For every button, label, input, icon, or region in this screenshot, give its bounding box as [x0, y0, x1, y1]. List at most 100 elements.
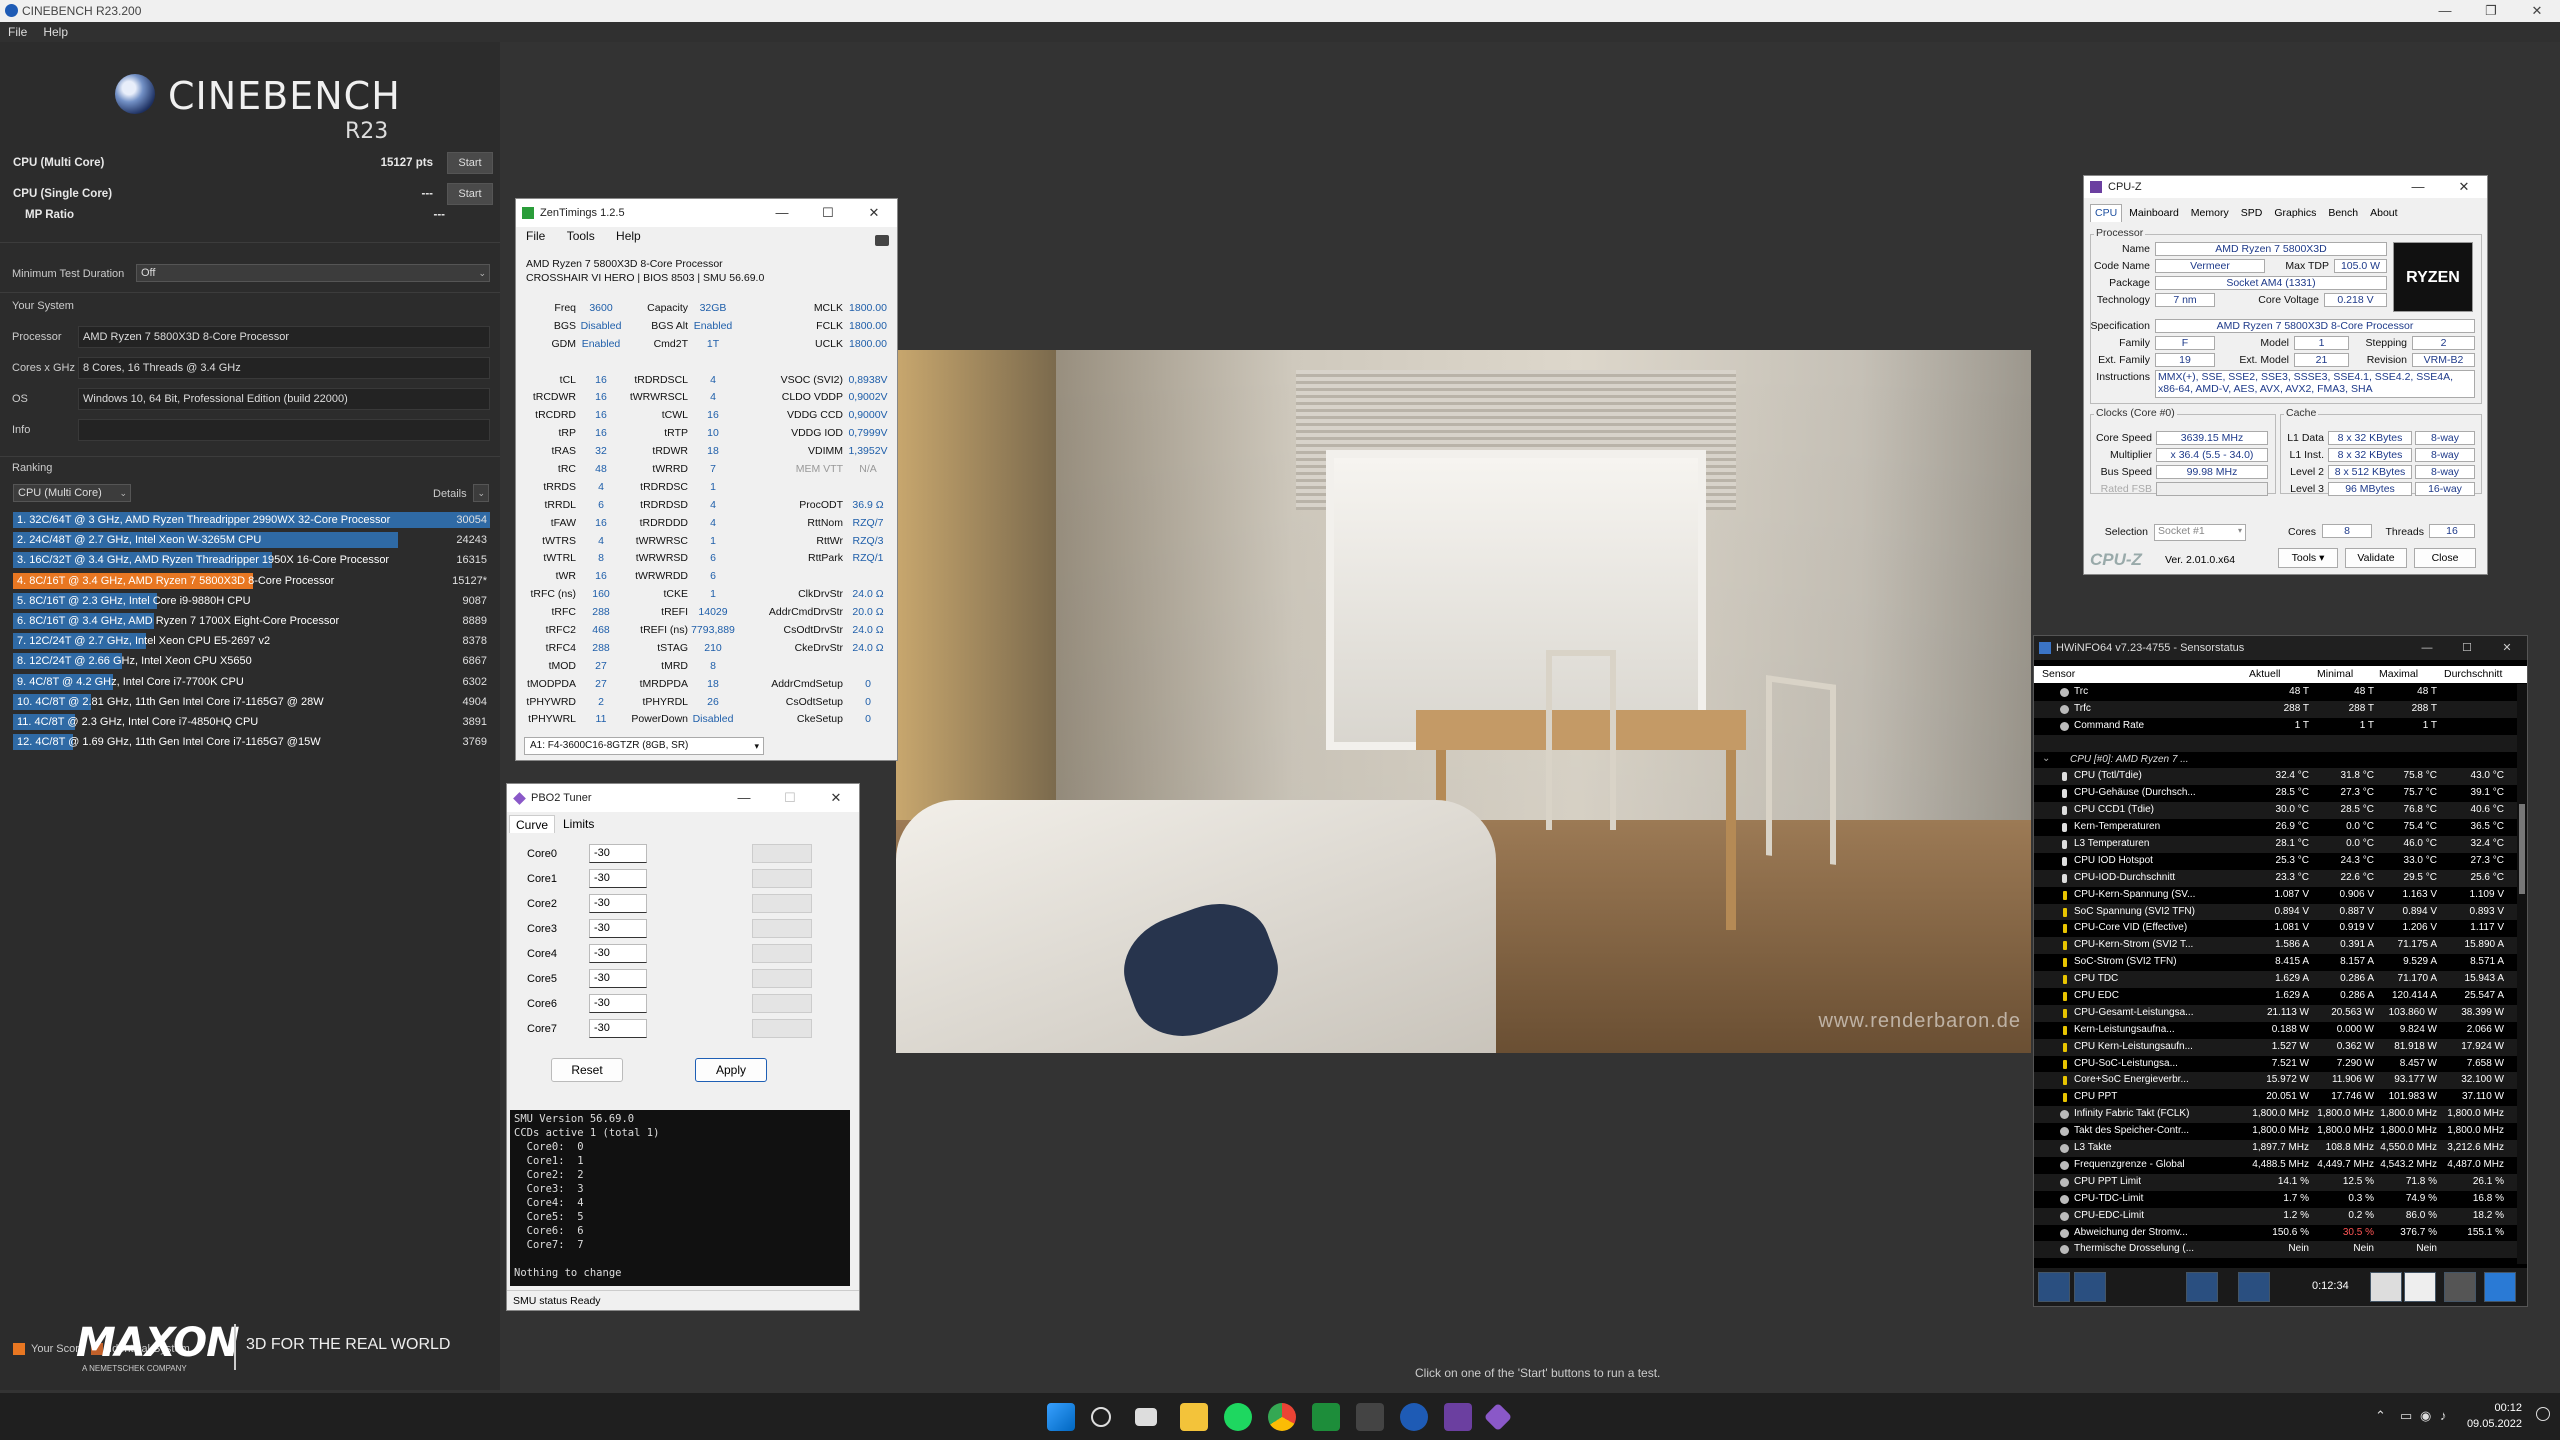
- task-view-icon[interactable]: [1135, 1408, 1157, 1426]
- sensor-row[interactable]: Trc 48 T 48 T 48 T: [2034, 684, 2517, 701]
- cinebench-taskbar-icon[interactable]: [1400, 1403, 1428, 1431]
- ranking-item[interactable]: 10. 4C/8T @ 2.81 GHz, 11th Gen Intel Cor…: [13, 692, 490, 712]
- minimize-icon[interactable]: —: [2395, 176, 2441, 198]
- menu-tools[interactable]: Tools: [567, 229, 595, 243]
- scrollbar[interactable]: [2517, 684, 2527, 1264]
- sensor-row[interactable]: [2034, 734, 2517, 752]
- tab-cpu[interactable]: CPU: [2090, 204, 2123, 222]
- ranking-item[interactable]: 5. 8C/16T @ 2.3 GHz, Intel Core i9-9880H…: [13, 591, 490, 611]
- display-icon[interactable]: ▭: [2400, 1408, 2412, 1424]
- start-multi-core-button[interactable]: Start: [447, 152, 493, 174]
- collapse-icon[interactable]: [2074, 1272, 2106, 1302]
- volume-icon[interactable]: ♪: [2440, 1408, 2447, 1423]
- close-button[interactable]: Close: [2414, 548, 2476, 568]
- taskbar-clock[interactable]: 00:12 09.05.2022: [2467, 1400, 2522, 1432]
- sensor-row[interactable]: Kern-Leistungsaufna... 0.188 W 0.000 W 9.82…: [2034, 1022, 2517, 1039]
- system-info-field[interactable]: [78, 419, 490, 441]
- file-explorer-icon[interactable]: [1180, 1403, 1208, 1431]
- maximize-icon[interactable]: ☐: [805, 199, 851, 227]
- tab-graphics[interactable]: Graphics: [2269, 204, 2321, 222]
- ranking-item[interactable]: 12. 4C/8T @ 1.69 GHz, 11th Gen Intel Cor…: [13, 732, 490, 752]
- sensor-row[interactable]: CPU-IOD-Durchschnitt 23.3 °C 22.6 °C 29.5 °…: [2034, 869, 2517, 887]
- maximize-icon[interactable]: ❐: [2468, 0, 2514, 22]
- apply-button[interactable]: Apply: [695, 1058, 767, 1082]
- sensor-group[interactable]: ⌄ CPU [#0]: AMD Ryzen 7 ...: [2034, 752, 2517, 769]
- maximize-icon[interactable]: ☐: [2447, 636, 2487, 660]
- ranking-item[interactable]: 11. 4C/8T @ 2.3 GHz, Intel Core i7-4850H…: [13, 712, 490, 732]
- maximize-icon[interactable]: ☐: [767, 784, 813, 812]
- network-tray-icon[interactable]: ◉: [2420, 1408, 2431, 1424]
- validate-button[interactable]: Validate: [2345, 548, 2407, 568]
- close-icon[interactable]: ✕: [851, 199, 897, 227]
- sensor-row[interactable]: Trfc 288 T 288 T 288 T: [2034, 700, 2517, 718]
- reset-button[interactable]: Reset: [551, 1058, 623, 1082]
- sensor-row[interactable]: CPU PPT Limit 14.1 % 12.5 % 71.8 % 26.1 %: [2034, 1173, 2517, 1191]
- reset-icon[interactable]: [2238, 1272, 2270, 1302]
- tab-mainboard[interactable]: Mainboard: [2124, 204, 2184, 222]
- minimize-icon[interactable]: —: [2407, 636, 2447, 660]
- app-taskbar-icon[interactable]: [1356, 1403, 1384, 1431]
- sensor-row[interactable]: CPU-Kern-Strom (SVI2 T... 1.586 A 0.391 A 7…: [2034, 937, 2517, 955]
- close-icon[interactable]: [2484, 1272, 2516, 1302]
- cpuz-taskbar-icon[interactable]: [1444, 1403, 1472, 1431]
- sensor-row[interactable]: Thermische Drosselung (... Nein Nein Nein: [2034, 1241, 2517, 1259]
- menu-help[interactable]: Help: [35, 25, 76, 39]
- ranking-item[interactable]: 7. 12C/24T @ 2.7 GHz, Intel Xeon CPU E5-…: [13, 631, 490, 651]
- menu-file[interactable]: File: [0, 25, 35, 39]
- sensor-row[interactable]: CPU PPT 20.051 W 17.746 W 101.983 W 37.110 W: [2034, 1089, 2517, 1106]
- sensor-row[interactable]: Frequenzgrenze - Global 4,488.5 MHz 4,449.…: [2034, 1157, 2517, 1174]
- sensor-row[interactable]: SoC-Strom (SVI2 TFN) 8.415 A 8.157 A 9.529 …: [2034, 954, 2517, 971]
- clock-icon[interactable]: [2370, 1272, 2402, 1302]
- gear-icon[interactable]: [2444, 1272, 2476, 1302]
- sensor-row[interactable]: CPU-Core VID (Effective) 1.081 V 0.919 V 1.…: [2034, 920, 2517, 937]
- sensor-row[interactable]: CPU EDC 1.629 A 0.286 A 120.414 A 25.547 A: [2034, 988, 2517, 1005]
- close-icon[interactable]: ✕: [2514, 0, 2560, 22]
- core-offset-input[interactable]: -30: [589, 944, 647, 963]
- menu-file[interactable]: File: [526, 229, 545, 243]
- minimize-icon[interactable]: —: [759, 199, 805, 227]
- sensor-row[interactable]: CPU Kern-Leistungsaufn... 1.527 W 0.362 W 8…: [2034, 1038, 2517, 1056]
- close-icon[interactable]: ✕: [2441, 176, 2487, 198]
- tools-button[interactable]: Tools ▾: [2278, 548, 2338, 568]
- report-icon[interactable]: [2404, 1272, 2436, 1302]
- core-offset-input[interactable]: -30: [589, 894, 647, 913]
- details-label[interactable]: Details: [433, 488, 467, 500]
- sensor-row[interactable]: Command Rate 1 T 1 T 1 T: [2034, 718, 2517, 735]
- core-offset-input[interactable]: -30: [589, 844, 647, 863]
- notification-icon[interactable]: [2536, 1407, 2550, 1421]
- spotify-icon[interactable]: [1224, 1403, 1252, 1431]
- sensor-row[interactable]: SoC Spannung (SVI2 TFN) 0.894 V 0.887 V 0.8…: [2034, 903, 2517, 921]
- pbo2-taskbar-icon[interactable]: [1483, 1402, 1513, 1432]
- column-min[interactable]: Minimal: [2317, 668, 2353, 680]
- start-icon[interactable]: [1047, 1403, 1075, 1431]
- ranking-item[interactable]: 4. 8C/16T @ 3.4 GHz, AMD Ryzen 7 5800X3D…: [13, 571, 490, 591]
- zentimings-taskbar-icon[interactable]: [1312, 1403, 1340, 1431]
- sensor-row[interactable]: Infinity Fabric Takt (FCLK) 1,800.0 MHz 1,…: [2034, 1106, 2517, 1124]
- ranking-item[interactable]: 3. 16C/32T @ 3.4 GHz, AMD Ryzen Threadri…: [13, 550, 490, 570]
- ranking-item[interactable]: 9. 4C/8T @ 4.2 GHz, Intel Core i7-7700K …: [13, 672, 490, 692]
- tab-bench[interactable]: Bench: [2323, 204, 2363, 222]
- sensor-row[interactable]: CPU-TDC-Limit 1.7 % 0.3 % 74.9 % 16.8 %: [2034, 1191, 2517, 1208]
- expand-icon[interactable]: [2038, 1272, 2070, 1302]
- sensor-row[interactable]: CPU-SoC-Leistungsa... 7.521 W 7.290 W 8.457…: [2034, 1056, 2517, 1073]
- sensor-row[interactable]: Kern-Temperaturen 26.9 °C 0.0 °C 75.4 °C 36.…: [2034, 819, 2517, 836]
- column-average[interactable]: Durchschnitt: [2444, 668, 2502, 680]
- close-icon[interactable]: ✕: [813, 784, 859, 812]
- ranking-item[interactable]: 2. 24C/48T @ 2.7 GHz, Intel Xeon W-3265M…: [13, 530, 490, 550]
- chevron-down-icon[interactable]: ⌄: [2042, 753, 2050, 764]
- chrome-icon[interactable]: [1268, 1403, 1296, 1431]
- details-toggle[interactable]: ⌄: [473, 484, 489, 502]
- sensor-row[interactable]: CPU (Tctl/Tdie) 32.4 °C 31.8 °C 75.8 °C 43.0…: [2034, 768, 2517, 786]
- start-single-core-button[interactable]: Start: [447, 183, 493, 205]
- sensor-row[interactable]: L3 Temperaturen 28.1 °C 0.0 °C 46.0 °C 32.4 …: [2034, 836, 2517, 853]
- sensor-row[interactable]: CPU-Gesamt-Leistungsa... 21.113 W 20.563 W…: [2034, 1004, 2517, 1022]
- dimm-select[interactable]: A1: F4-3600C16-8GTZR (8GB, SR) ▾: [524, 737, 764, 755]
- column-sensor[interactable]: Sensor: [2042, 668, 2075, 680]
- column-max[interactable]: Maximal: [2379, 668, 2418, 680]
- ranking-item[interactable]: 8. 12C/24T @ 2.66 GHz, Intel Xeon CPU X5…: [13, 651, 490, 671]
- ranking-item[interactable]: 6. 8C/16T @ 3.4 GHz, AMD Ryzen 7 1700X E…: [13, 611, 490, 631]
- core-offset-input[interactable]: -30: [589, 1019, 647, 1038]
- menu-help[interactable]: Help: [616, 229, 641, 243]
- minimize-icon[interactable]: —: [721, 784, 767, 812]
- minimize-icon[interactable]: —: [2422, 0, 2468, 22]
